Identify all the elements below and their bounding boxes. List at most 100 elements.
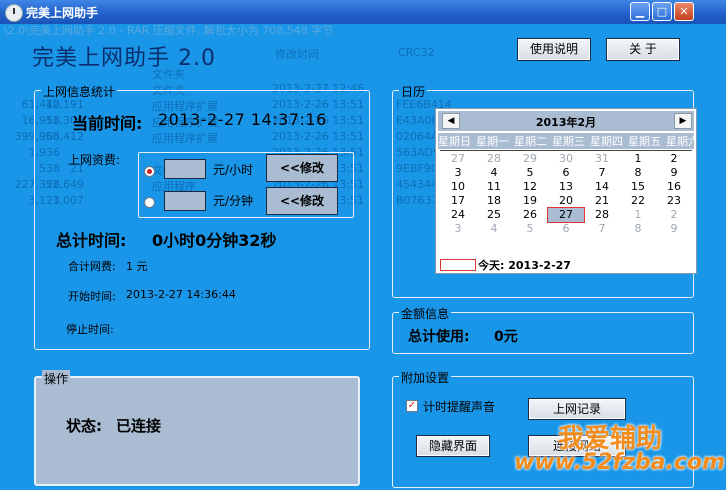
calendar-day[interactable]: 7 <box>584 222 620 236</box>
calendar-day[interactable]: 4 <box>476 166 512 180</box>
modify-hour-button[interactable]: <<修改 <box>266 154 338 182</box>
calendar-day[interactable]: 9 <box>656 166 692 180</box>
calendar-day[interactable]: 2 <box>656 152 692 166</box>
close-icon: ✕ <box>679 5 689 18</box>
calendar-day[interactable]: 31 <box>584 152 620 166</box>
calendar-day[interactable]: 6 <box>548 166 584 180</box>
calendar-day[interactable]: 14 <box>584 180 620 194</box>
weekday-label: 星期三 <box>552 135 585 148</box>
calendar-day[interactable]: 4 <box>476 222 512 236</box>
status-label: 状态: <box>66 417 102 435</box>
calendar-day[interactable]: 21 <box>584 194 620 208</box>
calendar-day[interactable]: 26 <box>512 208 548 222</box>
start-time-label: 开始时间: <box>68 290 116 303</box>
weekday-label: 星期一 <box>476 135 509 148</box>
hide-button[interactable]: 隐藏界面 <box>416 435 490 457</box>
today-marker <box>440 259 476 271</box>
calendar-day[interactable]: 19 <box>512 194 548 208</box>
chevron-left-icon: ◀ <box>447 116 455 126</box>
calendar-day[interactable]: 24 <box>440 208 476 222</box>
calendar-group-label: 日历 <box>399 83 428 100</box>
calendar-day[interactable]: 17 <box>440 194 476 208</box>
calendar-day[interactable]: 2 <box>656 208 692 222</box>
calendar-day[interactable]: 20 <box>548 194 584 208</box>
calendar-day-selected[interactable]: 27 <box>547 207 585 223</box>
maximize-icon: □ <box>656 5 668 18</box>
stats-group-label: 上网信息统计 <box>41 83 118 100</box>
calendar-day[interactable]: 27 <box>440 152 476 166</box>
modify-minute-button[interactable]: <<修改 <box>266 187 338 215</box>
current-time-value: 2013-2-27 14:37:16 <box>158 110 327 129</box>
log-button[interactable]: 上网记录 <box>528 398 626 420</box>
current-time-label: 当前时间: <box>72 114 143 133</box>
close-button[interactable]: ✕ <box>674 2 694 21</box>
calendar-day[interactable]: 30 <box>548 152 584 166</box>
calendar-day[interactable]: 22 <box>620 194 656 208</box>
calendar-day[interactable]: 13 <box>548 180 584 194</box>
next-month-button[interactable]: ▶ <box>674 113 692 129</box>
total-fee-label: 合计网费: <box>68 260 116 273</box>
calendar-day[interactable]: 1 <box>620 152 656 166</box>
fee-label: 上网资费: <box>68 153 121 167</box>
minimize-button[interactable]: ▁ <box>630 2 650 21</box>
weekday-label: 星期日 <box>438 135 471 148</box>
status-value: 已连接 <box>116 417 162 435</box>
calendar-day[interactable]: 3 <box>440 222 476 236</box>
app-title: 完美上网助手 2.0 <box>32 46 216 71</box>
calendar-day[interactable]: 8 <box>620 166 656 180</box>
calendar-header: 2013年2月 ◀ ▶ <box>438 111 694 131</box>
calendar-day[interactable]: 29 <box>512 152 548 166</box>
calendar[interactable]: 2013年2月 ◀ ▶ 星期日 星期一 星期二 星期三 星期四 星期五 星期六 27 28 29… <box>435 108 697 274</box>
rate-per-minute-input[interactable] <box>164 191 206 211</box>
calendar-day[interactable]: 18 <box>476 194 512 208</box>
total-time-label: 总计时间: <box>56 231 127 250</box>
rate-per-hour-radio[interactable] <box>144 166 155 177</box>
calendar-day[interactable]: 28 <box>476 152 512 166</box>
start-time-value: 2013-2-27 14:36:44 <box>126 288 236 301</box>
minimize-icon: ▁ <box>635 5 645 18</box>
maximize-button[interactable]: □ <box>652 2 672 21</box>
calendar-day[interactable]: 5 <box>512 222 548 236</box>
calendar-day[interactable]: 10 <box>440 180 476 194</box>
about-button[interactable]: 关 于 <box>606 38 680 61</box>
operation-group-label: 操作 <box>42 370 71 387</box>
checkmark-icon: ✓ <box>407 400 417 411</box>
rate-per-minute-unit: 元/分钟 <box>213 194 254 208</box>
calendar-day[interactable]: 9 <box>656 222 692 236</box>
ghost-col-crc: CRC32 <box>398 46 435 59</box>
calendar-day[interactable]: 16 <box>656 180 692 194</box>
rate-per-hour-input[interactable] <box>164 159 206 179</box>
calendar-day[interactable]: 5 <box>512 166 548 180</box>
calendar-month-label: 2013年2月 <box>535 116 597 129</box>
calendar-day[interactable]: 25 <box>476 208 512 222</box>
calendar-day-grid: 27 28 29 30 31 1 2 3 4 5 6 7 8 9 10 11 12 13 14 15 16 17 18 19 2… <box>440 152 692 236</box>
weekday-label: 星期四 <box>590 135 623 148</box>
ghost-filepath: \2.0\完美上网助手 2.0 - RAR 压缩文件, 解包大小为 708,54… <box>4 24 334 37</box>
clock-icon <box>5 4 23 22</box>
calendar-day[interactable]: 23 <box>656 194 692 208</box>
weekday-label: 星期五 <box>628 135 661 148</box>
window-titlebar[interactable]: 完美上网助手 ▁ □ ✕ <box>0 0 726 24</box>
calendar-day[interactable]: 12 <box>512 180 548 194</box>
weekday-label: 星期六 <box>666 135 694 148</box>
calendar-day[interactable]: 11 <box>476 180 512 194</box>
calendar-weekdays: 星期日 星期一 星期二 星期三 星期四 星期五 星期六 <box>438 133 694 149</box>
calendar-day[interactable]: 15 <box>620 180 656 194</box>
extra-settings-group-label: 附加设置 <box>399 369 452 386</box>
amount-group-label: 金额信息 <box>399 305 452 322</box>
calendar-day[interactable]: 3 <box>440 166 476 180</box>
chevron-right-icon: ▶ <box>679 116 687 126</box>
calendar-day[interactable]: 1 <box>620 208 656 222</box>
reminder-label: 计时提醒声音 <box>423 400 496 414</box>
reminder-checkbox[interactable]: ✓ <box>406 400 418 412</box>
rate-per-minute-radio[interactable] <box>144 197 155 208</box>
weekday-label: 星期二 <box>514 135 547 148</box>
calendar-day[interactable]: 7 <box>584 166 620 180</box>
total-time-value: 0小时0分钟32秒 <box>152 231 277 250</box>
calendar-day[interactable]: 8 <box>620 222 656 236</box>
today-link[interactable]: 今天: 2013-2-27 <box>478 257 571 273</box>
help-button[interactable]: 使用说明 <box>517 38 591 61</box>
calendar-day[interactable]: 6 <box>548 222 584 236</box>
prev-month-button[interactable]: ◀ <box>442 113 460 129</box>
calendar-day[interactable]: 28 <box>584 208 620 222</box>
